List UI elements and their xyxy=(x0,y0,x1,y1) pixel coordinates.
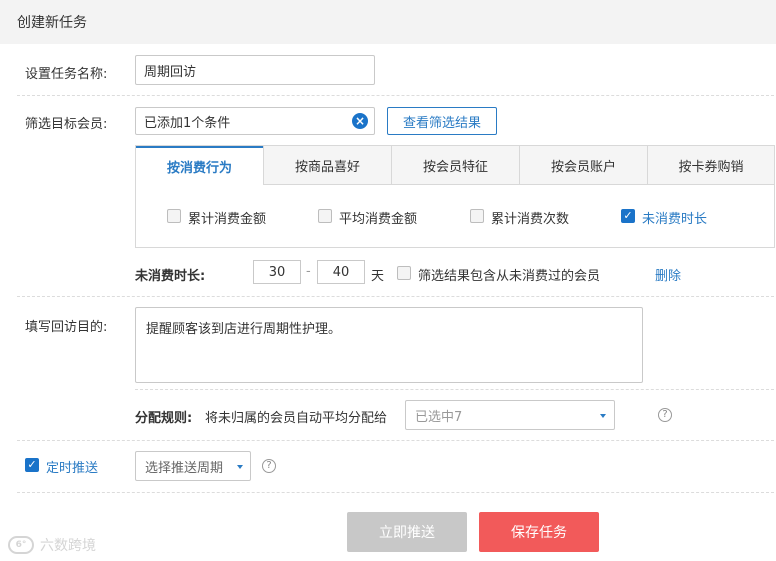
include-never-label: 筛选结果包含从未消费过的会员 xyxy=(418,269,601,284)
watermark: 6° 六数跨境 xyxy=(8,535,96,555)
tab-member-traits[interactable]: 按会员特征 xyxy=(391,146,519,185)
filter-tabs-panel: 按消费行为 按商品喜好 按会员特征 按会员账户 按卡券购销 累计消费金额 平均消… xyxy=(135,145,775,248)
purpose-text: 提醒顾客该到店进行周期性护理。 xyxy=(146,322,342,337)
help-icon[interactable]: ? xyxy=(262,459,276,473)
logo-icon: 6° xyxy=(8,536,34,554)
tab-coupon[interactable]: 按卡券购销 xyxy=(647,146,774,185)
checkbox-total-amount[interactable] xyxy=(167,209,181,223)
duration-label: 未消费时长: xyxy=(135,269,206,284)
checkbox-label: 累计消费金额 xyxy=(188,212,267,227)
checkbox-avg-amount[interactable] xyxy=(318,209,332,223)
save-task-button[interactable]: 保存任务 xyxy=(479,512,599,552)
help-icon[interactable]: ? xyxy=(658,408,672,422)
task-name-label: 设置任务名称: xyxy=(25,67,108,82)
tab-label: 按商品喜好 xyxy=(294,159,360,175)
filter-input[interactable]: 已添加1个条件 xyxy=(135,107,375,135)
tab-label: 按卡券购销 xyxy=(678,159,744,175)
tab-product-preference[interactable]: 按商品喜好 xyxy=(263,146,391,185)
duration-to-value: 40 xyxy=(332,264,350,280)
duration-to-input[interactable]: 40 xyxy=(317,260,365,284)
assign-select[interactable]: 已选中7 xyxy=(405,400,615,430)
divider xyxy=(17,492,774,493)
checkbox-include-never[interactable] xyxy=(397,266,411,280)
divider xyxy=(135,389,774,390)
checkbox-label: 未消费时长 xyxy=(642,212,708,227)
filter-value: 已添加1个条件 xyxy=(144,115,231,131)
assign-selected: 已选中7 xyxy=(415,409,463,425)
task-name-value: 周期回访 xyxy=(144,64,197,80)
checkbox-total-count[interactable] xyxy=(470,209,484,223)
checkbox-scheduled-push[interactable]: ✓ xyxy=(25,458,39,472)
tab-member-account[interactable]: 按会员账户 xyxy=(519,146,647,185)
watermark-text: 六数跨境 xyxy=(40,538,96,554)
divider xyxy=(17,440,774,441)
divider xyxy=(17,95,774,96)
tab-label: 按消费行为 xyxy=(166,160,232,176)
duration-unit: 天 xyxy=(371,269,385,284)
purpose-textarea[interactable]: 提醒顾客该到店进行周期性护理。 xyxy=(135,307,643,383)
tab-consumption[interactable]: 按消费行为 xyxy=(136,146,263,185)
chevron-down-icon xyxy=(237,465,243,469)
purpose-label: 填写回访目的: xyxy=(25,320,108,335)
checkbox-label: 累计消费次数 xyxy=(491,212,570,227)
tab-label: 按会员特征 xyxy=(422,159,488,175)
tab-label: 按会员账户 xyxy=(550,159,616,175)
duration-from-value: 30 xyxy=(268,264,286,280)
view-results-button[interactable]: 查看筛选结果 xyxy=(387,107,497,135)
divider xyxy=(17,296,774,297)
checkbox-label: 平均消费金额 xyxy=(339,212,418,227)
check-icon: ✓ xyxy=(623,209,633,222)
page-title: 创建新任务 xyxy=(17,15,87,31)
checkbox-inactive-duration[interactable]: ✓ xyxy=(621,209,635,223)
range-separator: - xyxy=(306,264,311,279)
push-period-select[interactable]: 选择推送周期 xyxy=(135,451,251,481)
duration-from-input[interactable]: 30 xyxy=(253,260,301,284)
page-header: 创建新任务 xyxy=(0,0,776,44)
clear-icon[interactable]: × xyxy=(352,113,368,129)
push-period-placeholder: 选择推送周期 xyxy=(145,460,224,476)
scheduled-push-label: 定时推送 xyxy=(46,461,99,476)
chevron-down-icon xyxy=(600,414,606,418)
task-name-input[interactable]: 周期回访 xyxy=(135,55,375,85)
filter-label: 筛选目标会员: xyxy=(25,117,108,132)
assign-desc: 将未归属的会员自动平均分配给 xyxy=(205,411,388,426)
check-icon: ✓ xyxy=(27,458,37,471)
assign-label: 分配规则: xyxy=(135,411,193,426)
delete-link[interactable]: 删除 xyxy=(655,265,681,284)
push-now-button[interactable]: 立即推送 xyxy=(347,512,467,552)
